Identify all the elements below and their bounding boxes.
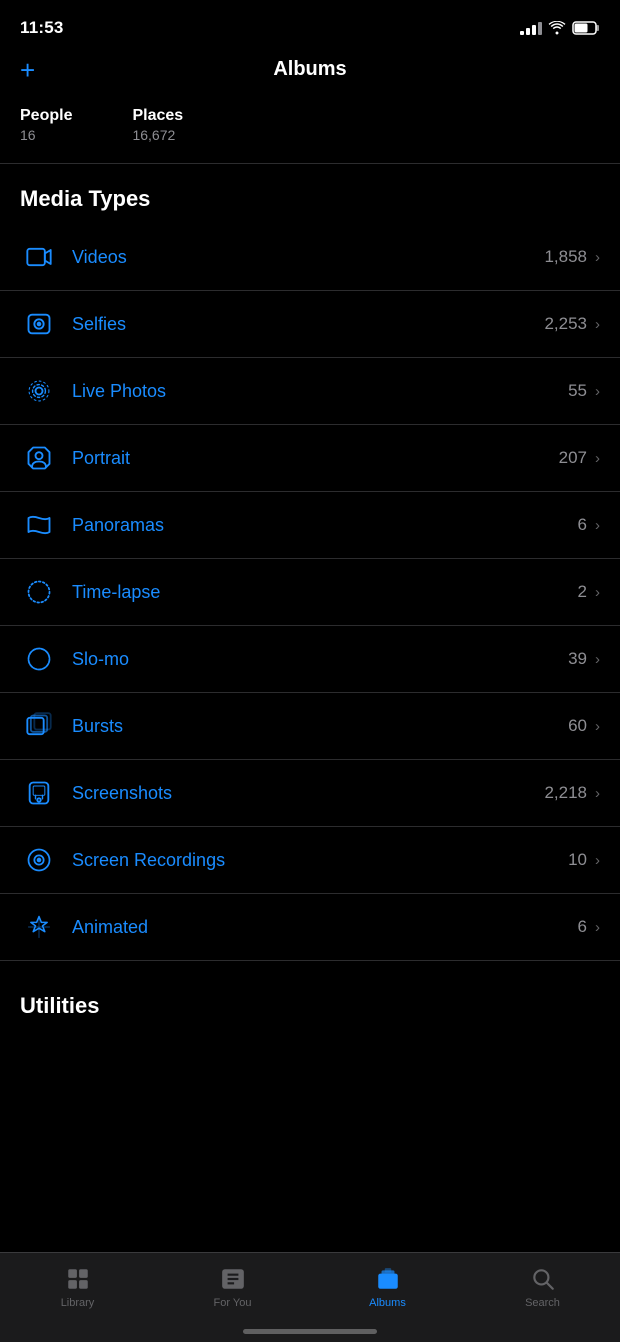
timelapse-icon (20, 573, 58, 611)
chevron-icon: › (595, 517, 600, 534)
for-you-tab-label: For You (214, 1297, 252, 1309)
albums-tab-icon (374, 1265, 402, 1293)
list-item[interactable]: Videos 1,858 › (0, 224, 620, 290)
panorama-icon (20, 506, 58, 544)
videos-label: Videos (72, 247, 544, 268)
main-content: 11:53 + Albums P (0, 0, 620, 1131)
places-count: 16,672 (132, 127, 183, 143)
bursts-label: Bursts (72, 716, 568, 737)
list-item[interactable]: Slo-mo 39 › (0, 625, 620, 692)
status-bar: 11:53 (0, 0, 620, 50)
timelapse-count: 2 (578, 582, 587, 602)
search-tab-label: Search (525, 1297, 560, 1309)
chevron-icon: › (595, 718, 600, 735)
panoramas-count: 6 (578, 515, 587, 535)
media-types-list: Videos 1,858 › Selfies 2,253 › (0, 224, 620, 960)
list-item[interactable]: Animated 6 › (0, 893, 620, 960)
utilities-section: Utilities (0, 960, 620, 1031)
tab-for-you[interactable]: For You (155, 1261, 310, 1309)
chevron-icon: › (595, 919, 600, 936)
list-item[interactable]: Screen Recordings 10 › (0, 826, 620, 893)
utilities-header: Utilities (0, 971, 620, 1031)
home-indicator (243, 1329, 377, 1334)
list-item[interactable]: Panoramas 6 › (0, 491, 620, 558)
screenshots-count: 2,218 (544, 783, 587, 803)
selfie-icon (20, 305, 58, 343)
chevron-icon: › (595, 316, 600, 333)
tab-search[interactable]: Search (465, 1261, 620, 1309)
list-item[interactable]: Portrait 207 › (0, 424, 620, 491)
places-label: Places (132, 107, 183, 125)
screen-recordings-count: 10 (568, 850, 587, 870)
status-time: 11:53 (20, 18, 64, 38)
battery-icon (572, 21, 600, 35)
screen-recordings-icon (20, 841, 58, 879)
chevron-icon: › (595, 249, 600, 266)
people-item[interactable]: People 16 (20, 107, 72, 143)
animated-icon (20, 908, 58, 946)
list-item[interactable]: Time-lapse 2 › (0, 558, 620, 625)
tab-albums[interactable]: Albums (310, 1261, 465, 1309)
portrait-icon (20, 439, 58, 477)
for-you-tab-icon (219, 1265, 247, 1293)
people-places-section: People 16 Places 16,672 (0, 97, 620, 163)
timelapse-label: Time-lapse (72, 582, 578, 603)
wifi-icon (548, 21, 566, 35)
list-item[interactable]: Bursts 60 › (0, 692, 620, 759)
albums-tab-label: Albums (369, 1297, 406, 1309)
people-label: People (20, 107, 72, 125)
bursts-icon (20, 707, 58, 745)
header: + Albums (0, 50, 620, 97)
video-icon (20, 238, 58, 276)
signal-icon (520, 21, 542, 35)
slomo-label: Slo-mo (72, 649, 568, 670)
chevron-icon: › (595, 785, 600, 802)
places-item[interactable]: Places 16,672 (132, 107, 183, 143)
tab-library[interactable]: Library (0, 1261, 155, 1309)
slomo-icon (20, 640, 58, 678)
status-icons (520, 21, 600, 35)
selfies-label: Selfies (72, 314, 544, 335)
live-photos-count: 55 (568, 381, 587, 401)
slomo-count: 39 (568, 649, 587, 669)
live-photos-icon (20, 372, 58, 410)
people-count: 16 (20, 127, 72, 143)
chevron-icon: › (595, 651, 600, 668)
list-item[interactable]: Screenshots 2,218 › (0, 759, 620, 826)
portrait-label: Portrait (72, 448, 559, 469)
media-types-header: Media Types (0, 164, 620, 224)
library-tab-icon (64, 1265, 92, 1293)
bursts-count: 60 (568, 716, 587, 736)
list-item[interactable]: Selfies 2,253 › (0, 290, 620, 357)
panoramas-label: Panoramas (72, 515, 578, 536)
chevron-icon: › (595, 450, 600, 467)
live-photos-label: Live Photos (72, 381, 568, 402)
search-tab-icon (529, 1265, 557, 1293)
animated-label: Animated (72, 917, 578, 938)
chevron-icon: › (595, 852, 600, 869)
add-album-button[interactable]: + (20, 57, 35, 83)
screenshots-label: Screenshots (72, 783, 544, 804)
animated-count: 6 (578, 917, 587, 937)
library-tab-label: Library (61, 1297, 95, 1309)
screenshots-icon (20, 774, 58, 812)
selfies-count: 2,253 (544, 314, 587, 334)
list-item[interactable]: Live Photos 55 › (0, 357, 620, 424)
screen-recordings-label: Screen Recordings (72, 850, 568, 871)
portrait-count: 207 (559, 448, 587, 468)
chevron-icon: › (595, 584, 600, 601)
page-title: Albums (273, 58, 346, 81)
chevron-icon: › (595, 383, 600, 400)
videos-count: 1,858 (544, 247, 587, 267)
